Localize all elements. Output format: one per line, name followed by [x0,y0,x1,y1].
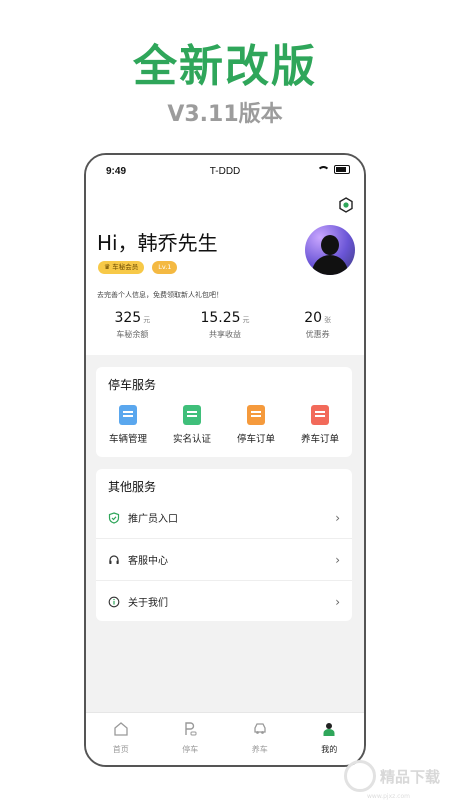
service-label: 养车订单 [300,434,339,445]
other-services-title: 其他服务 [108,480,157,494]
list-item-label: 推广员入口 [128,514,178,525]
parking-services-grid: 车辆管理 实名认证 停车订单 养车订单 [96,405,352,445]
account-stats: 325 元 车秘余额 15.25 元 共享收益 20 张 优惠券 [86,307,364,340]
tab-parking[interactable]: 停车 [156,713,226,765]
stat-shared-income[interactable]: 15.25 元 共享收益 [179,307,272,340]
chevron-right-icon: › [335,552,340,567]
stat-label: 优惠券 [305,330,330,339]
wifi-icon [317,165,330,174]
bottom-tab-bar: 首页 停车 养车 我的 [86,712,364,765]
service-verification[interactable]: 实名认证 [160,405,224,445]
service-label: 停车订单 [236,434,275,445]
stat-unit: 张 [324,316,332,324]
stat-value: 15.25 [200,310,241,326]
member-badge-label: 车秘会员 [112,263,139,271]
service-parking-orders[interactable]: 停车订单 [224,405,288,445]
promo-headline: 全新改版 [133,41,317,92]
avatar-body [312,255,348,275]
shield-check-icon [108,511,120,524]
parking-services-card: 停车服务 车辆管理 实名认证 停车订单 养车订单 [96,367,352,457]
chevron-right-icon: › [335,594,340,609]
maintenance-order-icon [311,405,329,425]
tab-profile[interactable]: 我的 [295,713,365,765]
car-management-icon [119,405,137,425]
other-services-card: 其他服务 推广员入口 › 客服中心 › 关于我们 › [96,469,352,621]
stat-balance[interactable]: 325 元 车秘余额 [86,307,179,340]
tab-car-care[interactable]: 养车 [225,713,295,765]
parking-services-title: 停车服务 [108,378,157,392]
user-icon [323,723,335,736]
home-icon [114,722,128,736]
list-item-label: 关于我们 [128,598,168,609]
user-greeting: Hi，韩乔先生 [97,231,218,255]
profile-hint[interactable]: 去完善个人信息，免费领取新人礼包吧！ [97,290,223,300]
tab-home[interactable]: 首页 [86,713,156,765]
list-item-promoter[interactable]: 推广员入口 › [96,497,352,538]
stat-label: 共享收益 [209,330,241,339]
phone-frame: 9:49 T-DDD Hi，韩乔先生 ♛ 车秘会员 Lv.1 去完善个人信息，免… [84,153,366,767]
avatar[interactable] [305,225,355,275]
stat-coupons[interactable]: 20 张 优惠券 [271,307,364,340]
stat-value: 325 [114,310,142,326]
car-care-icon [254,723,266,734]
parking-order-icon [247,405,265,425]
stat-unit: 元 [242,316,250,324]
profile-header: Hi，韩乔先生 ♛ 车秘会员 Lv.1 去完善个人信息，免费领取新人礼包吧！ 3… [86,189,364,355]
user-badges: ♛ 车秘会员 Lv.1 [98,261,178,274]
service-label: 车辆管理 [108,434,147,445]
tab-label: 停车 [182,745,199,754]
service-maintenance-orders[interactable]: 养车订单 [288,405,352,445]
verification-icon [183,405,201,425]
tab-label: 首页 [112,745,129,754]
service-label: 实名认证 [172,434,211,445]
list-item-customer-service[interactable]: 客服中心 › [96,538,352,580]
chevron-right-icon: › [335,510,340,525]
service-car-management[interactable]: 车辆管理 [96,405,160,445]
settings-hexagon-icon[interactable] [338,197,354,213]
watermark-url: www.pjxz.com [367,793,410,800]
level-badge: Lv.1 [152,261,178,274]
other-services-list: 推广员入口 › 客服中心 › 关于我们 › [96,497,352,622]
crown-icon: ♛ [104,263,111,271]
status-icons [317,165,350,174]
stat-unit: 元 [143,316,151,324]
status-bar: 9:49 T-DDD [86,155,364,189]
list-item-about[interactable]: 关于我们 › [96,580,352,622]
avatar-head [321,235,339,255]
battery-icon [334,165,350,174]
tab-label: 养车 [251,745,268,754]
stat-label: 车秘余额 [116,330,149,339]
watermark-text: 精品下载 [379,767,440,786]
watermark: 精品下载 [343,760,440,792]
tab-label: 我的 [321,745,338,754]
version-label: V3.11版本 [167,102,283,127]
list-item-label: 客服中心 [128,556,168,567]
watermark-logo-icon [343,760,376,792]
headset-icon [108,554,120,566]
stat-value: 20 [304,310,323,326]
info-icon [108,596,120,608]
parking-icon [185,722,197,736]
member-badge[interactable]: ♛ 车秘会员 [98,261,145,274]
